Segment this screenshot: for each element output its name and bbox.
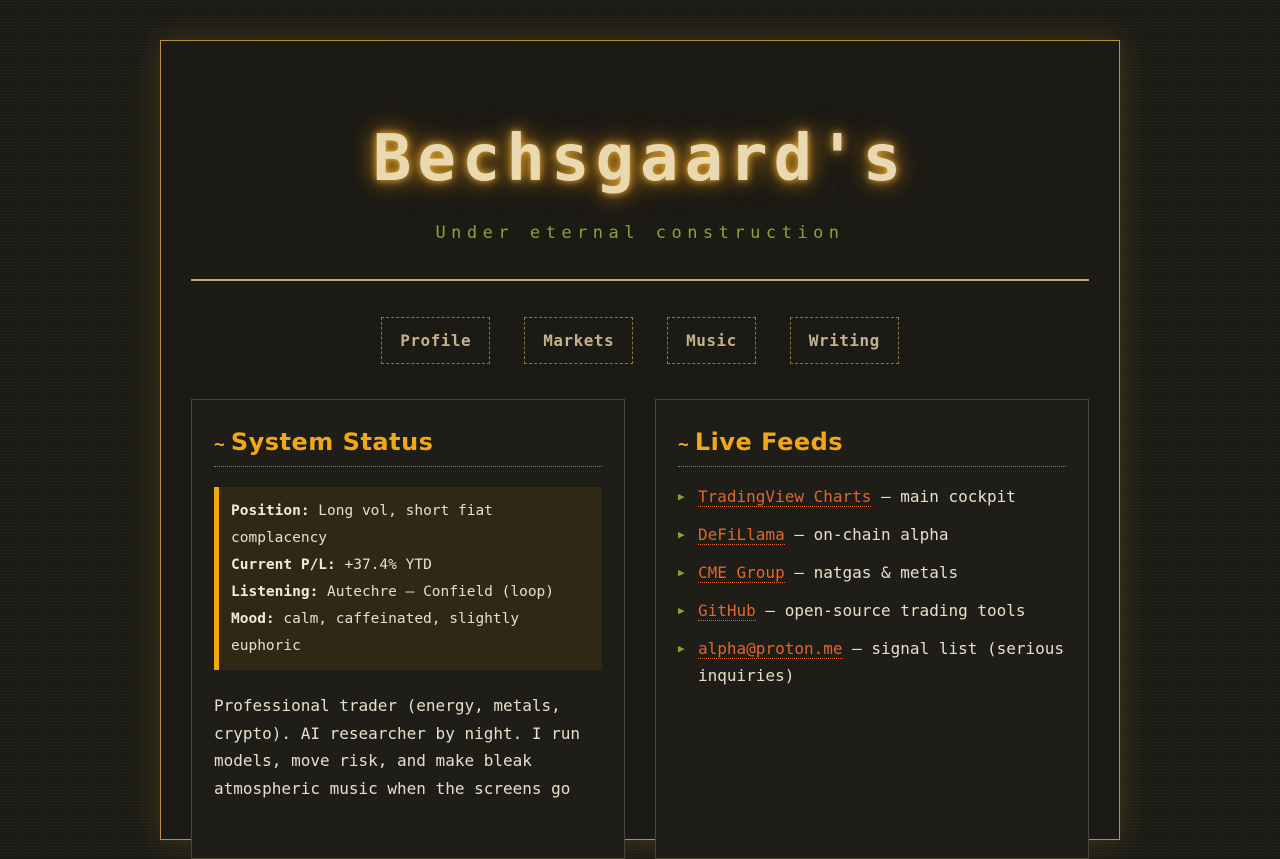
feed-desc: — open-source trading tools (755, 601, 1026, 620)
triangle-right-icon: ▶ (678, 528, 685, 541)
github-link[interactable]: GitHub (698, 601, 756, 621)
triangle-right-icon: ▶ (678, 566, 685, 579)
status-item-listening: Listening: Autechre – Confield (loop) (231, 584, 555, 600)
status-item-mood: Mood: calm, caffeinated, slightly euphor… (231, 611, 520, 654)
list-item: ▶ GitHub — open-source trading tools (678, 597, 1066, 624)
tradingview-link[interactable]: TradingView Charts (698, 487, 872, 507)
feed-desc: — on-chain alpha (784, 525, 949, 544)
status-key: Listening (231, 584, 310, 600)
feeds-list: ▶ TradingView Charts — main cockpit ▶ DeFi… (678, 483, 1066, 689)
bio-text: Professional trader (energy, metals, cry… (214, 696, 581, 798)
tilde-glyph: ~ (214, 434, 225, 455)
system-status-panel: ~ System Status Position: Long vol, shor… (191, 399, 625, 859)
triangle-right-icon: ▶ (678, 604, 685, 617)
nav-writing-button[interactable]: Writing (789, 317, 899, 364)
cme-group-link[interactable]: CME Group (698, 563, 785, 583)
system-status-title: System Status (230, 428, 434, 456)
site-subtitle: Under eternal construction (435, 223, 845, 243)
status-key: Position (231, 503, 301, 519)
list-item: ▶ CME Group — natgas & metals (678, 559, 1066, 586)
triangle-right-icon: ▶ (678, 490, 685, 503)
list-item: ▶ TradingView Charts — main cockpit (678, 483, 1066, 510)
live-feeds-heading: ~ Live Feeds (678, 428, 1066, 467)
status-key: Current P/L (231, 557, 328, 573)
list-item: ▶ alpha@proton.me — signal list (serious … (678, 635, 1066, 689)
triangle-right-icon: ▶ (678, 642, 685, 655)
nav-markets-button[interactable]: Markets (524, 317, 634, 364)
nav-music-button[interactable]: Music (667, 317, 756, 364)
status-item-position: Position: Long vol, short fiat complacen… (231, 503, 493, 546)
tilde-glyph: ~ (678, 434, 689, 455)
list-item: ▶ DeFiLlama — on-chain alpha (678, 521, 1066, 548)
status-value: +37.4% YTD (335, 557, 432, 573)
status-value: calm, caffeinated, slightly euphoric (231, 611, 520, 654)
status-item-pl: Current P/L: +37.4% YTD (231, 557, 432, 573)
status-box: Position: Long vol, short fiat complacen… (214, 487, 602, 670)
email-link[interactable]: alpha@proton.me (698, 639, 843, 659)
status-value: Autechre – Confield (loop) (318, 584, 555, 600)
status-key: Mood (231, 611, 266, 627)
nav-profile-button[interactable]: Profile (381, 317, 491, 364)
main-nav: Profile Markets Music Writing (161, 317, 1119, 364)
feed-desc: — natgas & metals (784, 563, 959, 582)
header-divider (191, 279, 1089, 281)
feed-desc: — main cockpit (871, 487, 1016, 506)
page-frame: Bechsgaard's Under eternal construction … (160, 40, 1120, 859)
live-feeds-panel: ~ Live Feeds ▶ TradingView Charts — main … (655, 399, 1089, 859)
defillama-link[interactable]: DeFiLlama (698, 525, 785, 545)
live-feeds-title: Live Feeds (694, 428, 844, 456)
site-title: Bechsgaard's (372, 122, 908, 196)
system-status-heading: ~ System Status (214, 428, 602, 467)
